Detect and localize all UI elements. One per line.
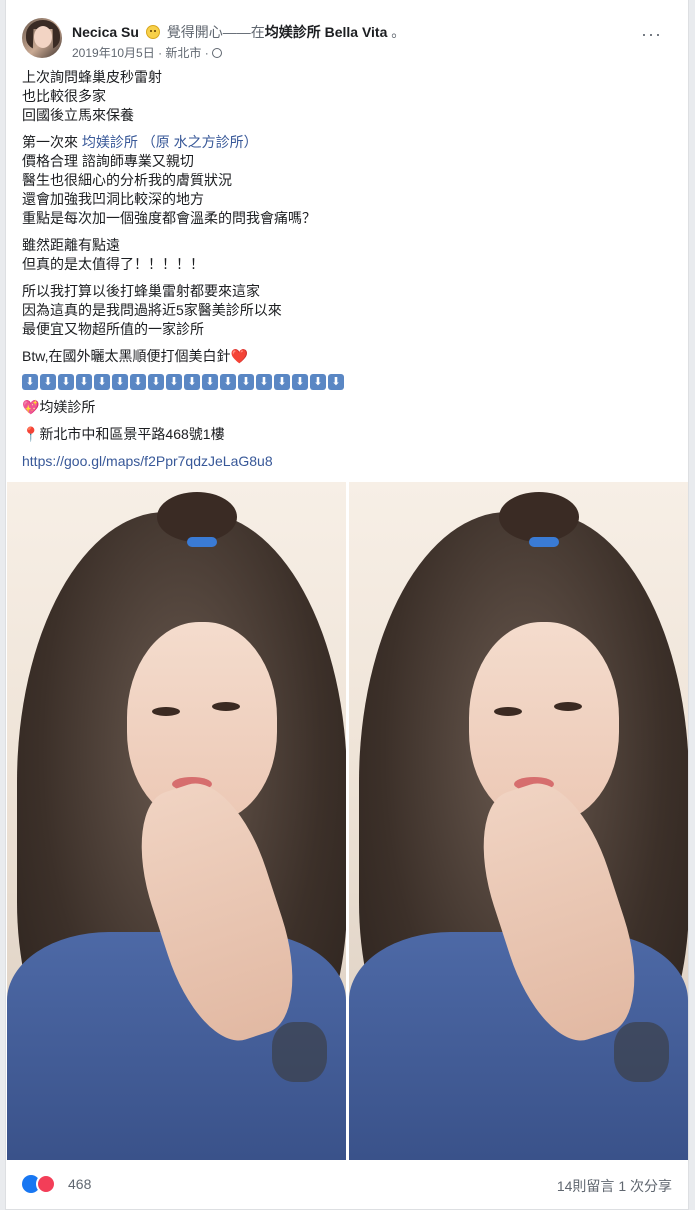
text-line: 雖然距離有點遠 — [22, 237, 120, 253]
place-dot: 。 — [391, 24, 406, 40]
paragraph-2: 第一次來 均媄診所 （原 水之方診所） 價格合理 諮詢師專業又親切 醫生也很細心… — [22, 133, 662, 228]
comments-shares: 14則留言 1 次分享 — [557, 1176, 672, 1196]
post-body: 上次詢問蜂巢皮秒雷射 也比較很多家 回國後立馬來保養 第一次來 均媄診所 （原 … — [22, 68, 662, 479]
down-arrow-icon: ⬇ — [58, 374, 74, 390]
post-photo-1[interactable] — [7, 482, 346, 1160]
red-heart-icon: ❤️ — [230, 348, 248, 364]
text-line: Btw,在國外曬太黑順便打個美白針 — [22, 348, 231, 364]
globe-icon — [212, 48, 223, 58]
text-line: 回國後立馬來保養 — [22, 107, 134, 123]
clinic-name: 均媄診所 — [39, 399, 96, 415]
post-photo-2[interactable] — [349, 482, 688, 1160]
post-header: Necica Su 覺得開心——在均媄診所 Bella Vita 。 2019年… — [22, 14, 672, 64]
paragraph-5: Btw,在國外曬太黑順便打個美白針❤️ — [22, 347, 662, 366]
paragraph-1: 上次詢問蜂巢皮秒雷射 也比較很多家 回國後立馬來保養 — [22, 68, 662, 125]
down-arrow-icon: ⬇ — [40, 374, 56, 390]
down-arrow-icon: ⬇ — [184, 374, 200, 390]
maps-link[interactable]: https://goo.gl/maps/f2Ppr7qdzJeLaG8u8 — [22, 453, 273, 469]
down-arrow-icon: ⬇ — [166, 374, 182, 390]
text-line: 最便宜又物超所值的一家診所 — [22, 321, 204, 337]
place-link[interactable]: 均媄診所 Bella Vita — [265, 24, 388, 40]
pushpin-icon: 📍 — [22, 426, 40, 442]
address-line: 📍新北市中和區景平路468號1樓 — [22, 425, 662, 444]
address-text: 新北市中和區景平路468號1樓 — [39, 426, 225, 442]
text-line: 還會加強我凹洞比較深的地方 — [22, 191, 204, 207]
down-arrow-icon: ⬇ — [238, 374, 254, 390]
text-line: 第一次來 — [22, 134, 82, 150]
text-line: 因為這真的是我問過將近5家醫美診所以來 — [22, 302, 282, 318]
post-location[interactable]: 新北市 — [165, 46, 201, 60]
down-arrow-icon: ⬇ — [220, 374, 236, 390]
author-line: Necica Su 覺得開心——在均媄診所 Bella Vita 。 — [72, 22, 405, 42]
paragraph-3: 雖然距離有點遠 但真的是太值得了！！！！！ — [22, 236, 662, 274]
avatar[interactable] — [22, 18, 62, 58]
paragraph-4: 所以我打算以後打蜂巢雷射都要來這家 因為這真的是我問過將近5家醫美診所以來 最便… — [22, 282, 662, 339]
down-arrow-icon: ⬇ — [148, 374, 164, 390]
down-arrow-icon: ⬇ — [328, 374, 344, 390]
feeling-text: 覺得開心——在 — [166, 24, 265, 40]
author-name[interactable]: Necica Su — [72, 24, 139, 40]
sparkling-heart-icon: 💖 — [22, 399, 40, 415]
down-arrow-icon: ⬇ — [274, 374, 290, 390]
more-options-icon[interactable]: ··· — [641, 25, 662, 43]
shares-count[interactable]: 1 次分享 — [618, 1178, 672, 1194]
down-arrow-icon: ⬇ — [202, 374, 218, 390]
down-arrow-icon: ⬇ — [22, 374, 38, 390]
text-line: 價格合理 諮詢師專業又親切 — [22, 153, 194, 169]
text-line: 醫生也很細心的分析我的膚質狀況 — [22, 172, 232, 188]
down-arrow-icon: ⬇ — [130, 374, 146, 390]
meta-separator-2: · — [204, 46, 209, 60]
text-line: 也比較很多家 — [22, 88, 106, 104]
text-line: 重點是每次加一個強度都會溫柔的問我會痛嗎？ — [22, 210, 316, 226]
text-line: 所以我打算以後打蜂巢雷射都要來這家 — [22, 283, 260, 299]
post-card: Necica Su 覺得開心——在均媄診所 Bella Vita 。 2019年… — [5, 0, 689, 1210]
down-arrow-icon: ⬇ — [292, 374, 308, 390]
down-arrow-icon: ⬇ — [112, 374, 128, 390]
down-arrow-icon: ⬇ — [76, 374, 92, 390]
smiley-icon — [145, 25, 160, 39]
text-line: 上次詢問蜂巢皮秒雷射 — [22, 69, 162, 85]
url-line: https://goo.gl/maps/f2Ppr7qdzJeLaG8u8 — [22, 452, 662, 471]
comments-count[interactable]: 14則留言 — [557, 1178, 615, 1194]
clinic-tag-link[interactable]: 均媄診所 （原 水之方診所） — [82, 134, 258, 150]
meta-separator: · — [158, 46, 163, 60]
reaction-count[interactable]: 468 — [68, 1176, 91, 1192]
post-footer: 468 14則留言 1 次分享 — [22, 1172, 672, 1198]
love-reaction-icon[interactable] — [36, 1174, 56, 1194]
down-arrow-icon: ⬇ — [256, 374, 272, 390]
text-line: 但真的是太值得了！！！！！ — [22, 256, 204, 272]
down-arrow-icon: ⬇ — [94, 374, 110, 390]
post-meta: 2019年10月5日 · 新北市 · — [72, 44, 223, 61]
clinic-line: 💖均媄診所 — [22, 398, 662, 417]
post-date[interactable]: 2019年10月5日 — [72, 46, 155, 60]
down-arrow-icon: ⬇ — [310, 374, 326, 390]
down-arrows-row: ⬇ ⬇ ⬇ ⬇ ⬇ ⬇ ⬇ ⬇ ⬇ ⬇ ⬇ ⬇ ⬇ ⬇ ⬇ ⬇ ⬇ ⬇ — [22, 374, 662, 390]
